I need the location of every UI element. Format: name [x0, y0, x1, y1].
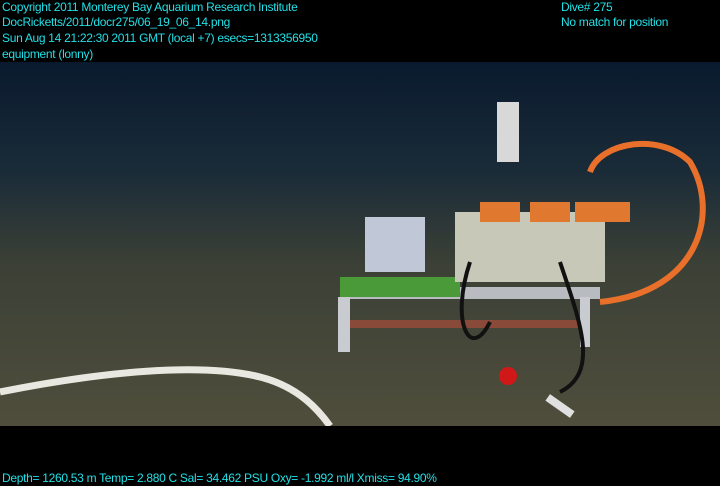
red-float [499, 367, 517, 385]
dive-number: Dive# 275 [561, 0, 613, 14]
seafloor-photo [0, 62, 720, 426]
position-status: No match for position [561, 15, 669, 29]
file-path: DocRicketts/2011/docr275/06_19_06_14.png [2, 15, 230, 29]
category-label: equipment (lonny) [2, 47, 93, 61]
frame-still: Copyright 2011 Monterey Bay Aquarium Res… [0, 0, 720, 486]
timestamp: Sun Aug 14 21:22:30 2011 GMT (local +7) … [2, 31, 318, 45]
sensor-readout: Depth= 1260.53 m Temp= 2.880 C Sal= 34.4… [2, 471, 437, 485]
copyright-text: Copyright 2011 Monterey Bay Aquarium Res… [2, 0, 298, 14]
